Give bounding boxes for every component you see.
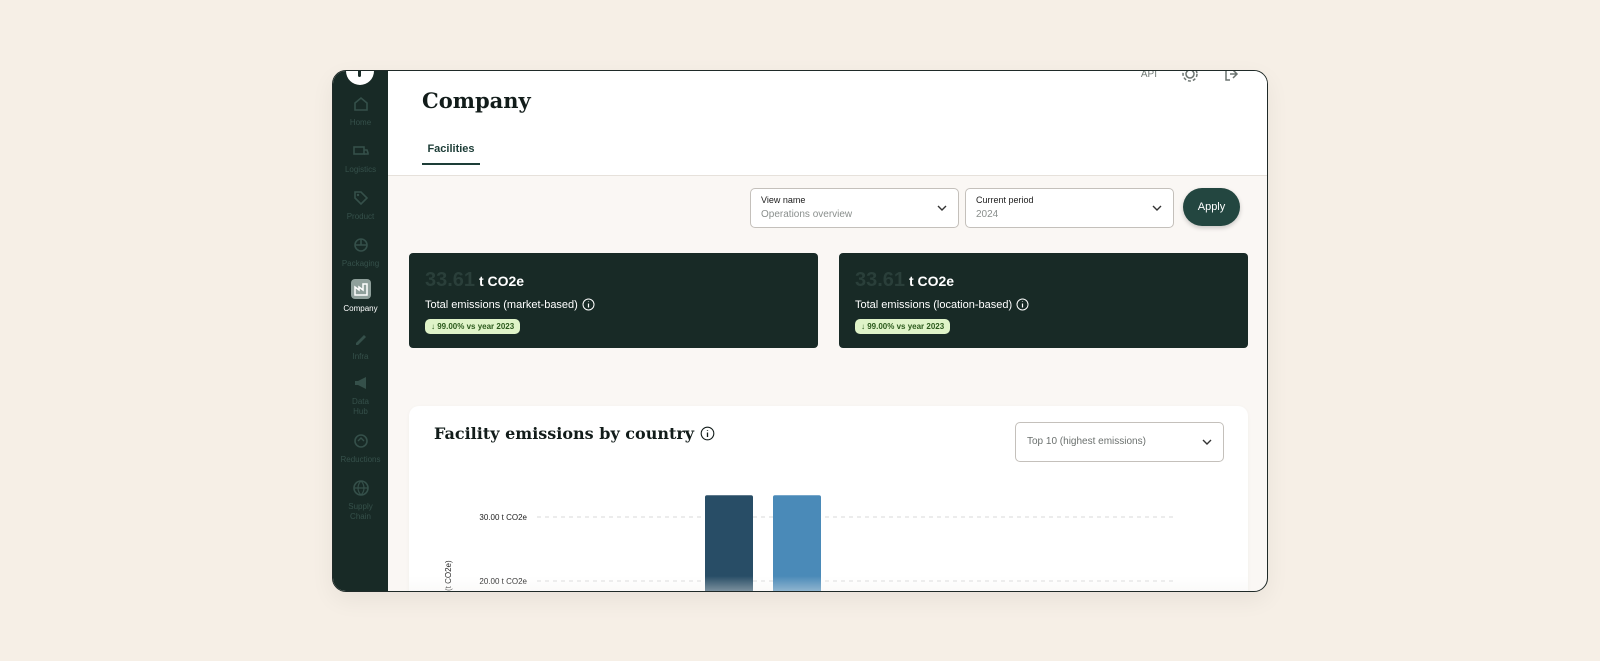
sidebar-item-packaging[interactable]: Packaging	[333, 236, 388, 269]
apply-button[interactable]: Apply	[1183, 188, 1240, 226]
sidebar-item-label: Infra	[352, 352, 369, 361]
view-name-label: View name	[761, 195, 806, 205]
info-icon[interactable]	[1016, 298, 1029, 311]
kpi-value: 33.61 t CO2e	[425, 269, 802, 292]
chevron-down-icon	[937, 205, 947, 211]
sidebar-item-sublabel: Chain	[350, 512, 371, 521]
settings-icon[interactable]	[1181, 70, 1199, 83]
sidebar-item-data-hub[interactable]: Data Hub	[333, 374, 388, 417]
app-window: Home Logistics Product Packaging Company…	[332, 70, 1268, 592]
kpi-card-location: 33.61 t CO2e Total emissions (location-b…	[839, 253, 1248, 348]
api-link[interactable]: API	[1141, 71, 1157, 80]
megaphone-icon	[354, 377, 366, 389]
change-badge: ↓ 99.00% vs year 2023	[425, 319, 521, 334]
kpi-label: Total emissions (location-based)	[855, 298, 1013, 311]
sidebar-item-label: Supply	[348, 502, 373, 511]
sidebar: Home Logistics Product Packaging Company…	[333, 71, 388, 591]
main-content: Company API Facilities View name Operati…	[388, 71, 1267, 591]
sidebar-item-label: Product	[346, 212, 375, 221]
period-select[interactable]: Current period 2024	[965, 188, 1174, 228]
kpi-unit: t CO2e	[908, 273, 955, 289]
logout-icon[interactable]	[1223, 70, 1241, 83]
globe-icon	[352, 480, 369, 496]
page-title: Company	[422, 88, 531, 113]
factory-icon	[350, 279, 371, 299]
package-icon	[353, 238, 368, 252]
sidebar-item-sublabel: Hub	[353, 407, 368, 416]
sidebar-item-infra[interactable]: Infra	[333, 329, 388, 362]
sidebar-item-label: Home	[349, 118, 372, 127]
truck-icon	[352, 146, 369, 155]
sidebar-item-label: Data	[352, 397, 369, 406]
sidebar-item-label: Packaging	[341, 259, 380, 268]
change-badge: ↓ 99.00% vs year 2023	[855, 319, 951, 334]
kpi-description: Total emissions (market-based)	[425, 298, 802, 311]
leaf-icon	[353, 434, 368, 448]
y-tick-label: 30.00 t CO2e	[479, 513, 527, 522]
facility-emissions-chart-card: Facility emissions by country Top 10 (hi…	[409, 406, 1248, 591]
kpi-value: 33.61 t CO2e	[855, 269, 1232, 292]
sidebar-item-label: Logistics	[344, 165, 377, 174]
pen-icon	[355, 335, 366, 345]
info-icon[interactable]	[582, 298, 595, 311]
kpi-number: 33.61	[855, 269, 906, 291]
chevron-down-icon	[1152, 205, 1162, 211]
bar-chart: 30.00 t CO2e20.00 t CO2e(t CO2e)	[444, 495, 1177, 591]
sidebar-item-reductions[interactable]: Reductions	[333, 432, 388, 465]
sidebar-item-supply-chain[interactable]: Supply Chain	[333, 479, 388, 522]
period-label: Current period	[976, 195, 1034, 205]
view-name-select[interactable]: View name Operations overview	[750, 188, 959, 228]
kpi-description: Total emissions (location-based)	[855, 298, 1232, 311]
sidebar-item-logistics[interactable]: Logistics	[333, 142, 388, 175]
app-logo[interactable]	[346, 71, 374, 85]
kpi-number: 33.61	[425, 269, 476, 291]
view-name-value: Operations overview	[761, 209, 853, 220]
tab-facilities[interactable]: Facilities	[422, 143, 480, 165]
sidebar-item-company[interactable]: Company	[333, 279, 388, 314]
period-value: 2024	[976, 209, 999, 220]
sidebar-item-home[interactable]: Home	[333, 95, 388, 128]
chart-fade	[409, 576, 1248, 591]
sidebar-item-label: Reductions	[340, 455, 381, 464]
top-actions: API	[1141, 70, 1241, 83]
tag-icon	[353, 191, 368, 206]
page-header: Company API Facilities	[388, 71, 1267, 176]
sidebar-item-product[interactable]: Product	[333, 189, 388, 222]
kpi-label: Total emissions (market-based)	[425, 298, 578, 311]
kpi-card-market: 33.61 t CO2e Total emissions (market-bas…	[409, 253, 818, 348]
sidebar-item-label: Company	[343, 304, 378, 313]
kpi-unit: t CO2e	[478, 273, 525, 289]
home-icon	[353, 96, 368, 111]
